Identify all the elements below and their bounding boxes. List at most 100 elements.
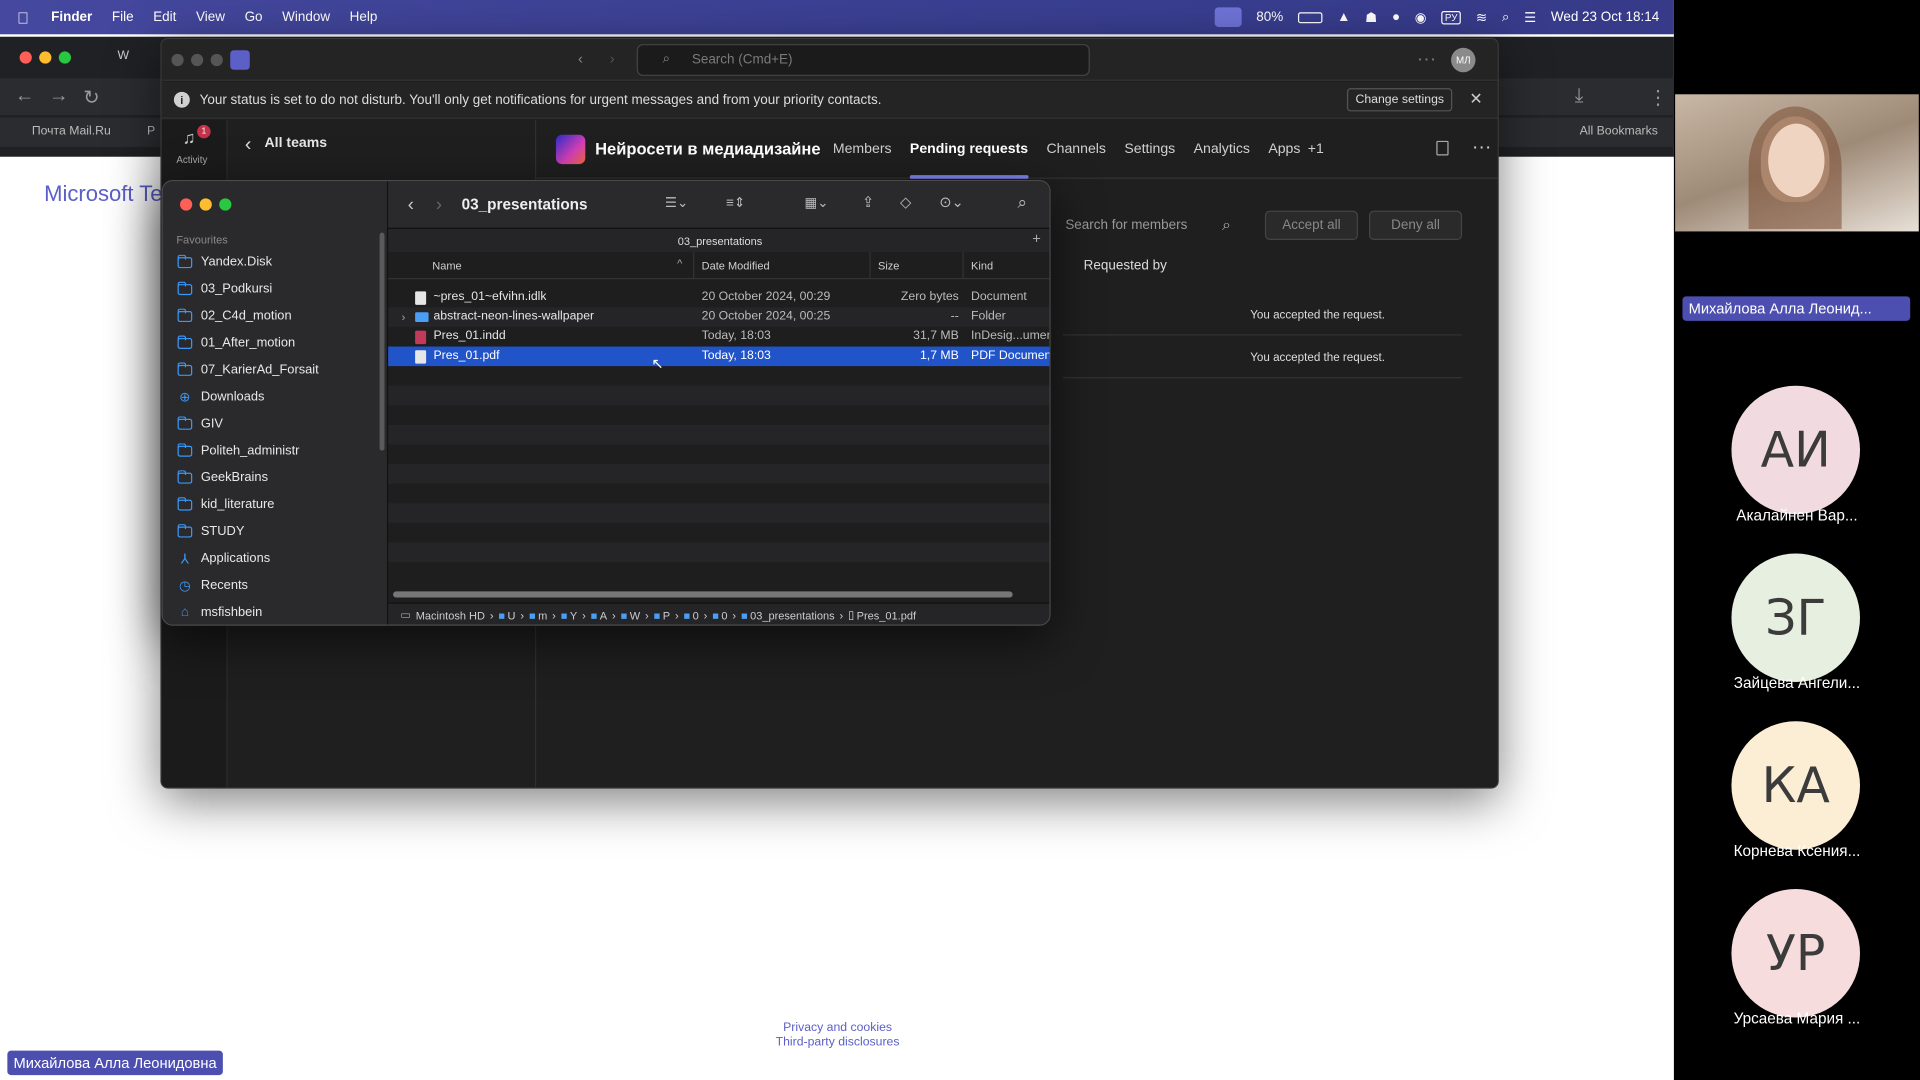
tab-settings[interactable]: Settings: [1124, 119, 1175, 178]
close-button[interactable]: [180, 198, 193, 211]
spotlight-icon[interactable]: ⌕: [1502, 9, 1510, 25]
sidebar-item-01-after-motion[interactable]: 01_After_motion: [176, 331, 295, 355]
sidebar-item-yandex-disk[interactable]: Yandex.Disk: [176, 250, 272, 274]
window-dot[interactable]: [210, 53, 223, 67]
avatar[interactable]: УР: [1731, 888, 1861, 1018]
sidebar-item-downloads[interactable]: ⊕ Downloads: [176, 384, 264, 408]
more-actions-icon[interactable]: ⊙⌄: [939, 193, 964, 210]
column-name[interactable]: Name: [425, 252, 461, 279]
change-settings-button[interactable]: Change settings: [1346, 88, 1453, 112]
path-item[interactable]: 0: [693, 609, 699, 621]
all-bookmarks[interactable]: All Bookmarks: [1580, 125, 1658, 138]
sidebar-item-politeh[interactable]: Politeh_administr: [176, 438, 299, 462]
sidebar-item-recents[interactable]: ◷ Recents: [176, 573, 248, 597]
disclosure-icon[interactable]: ›: [402, 307, 406, 327]
avatar[interactable]: АИ: [1731, 385, 1861, 515]
window-dot[interactable]: [171, 53, 184, 67]
path-item[interactable]: Y: [570, 609, 577, 621]
add-tab-icon[interactable]: +: [1032, 230, 1041, 247]
horizontal-scrollbar[interactable]: [393, 591, 1013, 598]
menu-app-name[interactable]: Finder: [51, 10, 92, 25]
path-item[interactable]: Macintosh HD: [416, 609, 485, 621]
tab-more[interactable]: +1: [1308, 119, 1324, 178]
screen-share-icon[interactable]: [1214, 7, 1242, 27]
tab-pending-requests[interactable]: Pending requests: [909, 119, 1028, 179]
control-center-icon[interactable]: ☰: [1524, 9, 1536, 25]
menu-help[interactable]: Help: [350, 10, 378, 25]
minimize-button[interactable]: [199, 198, 212, 211]
table-row[interactable]: › abstract-neon-lines-wallpaper 20 Octob…: [388, 307, 1050, 327]
sort-icon[interactable]: ≡⇕: [726, 195, 745, 211]
sidebar-item-kid-literature[interactable]: kid_literature: [176, 492, 274, 516]
forward-icon[interactable]: ›: [436, 194, 442, 215]
sidebar-item-02-c4d-motion[interactable]: 02_C4d_motion: [176, 304, 292, 328]
menu-dots-icon[interactable]: ⋮: [1648, 86, 1668, 110]
zoom-button[interactable]: [219, 198, 232, 211]
column-date[interactable]: Date Modified: [693, 252, 770, 280]
back-icon[interactable]: ←: [15, 86, 35, 108]
sidebar-item-giv[interactable]: GIV: [176, 411, 223, 435]
menu-edit[interactable]: Edit: [153, 10, 176, 25]
bell-icon[interactable]: ♫: [182, 127, 195, 147]
path-item[interactable]: U: [508, 609, 516, 621]
bookmark-mailru[interactable]: Почта Mail.Ru: [32, 125, 111, 138]
sidebar-item-msfishbein[interactable]: ⌂ msfishbein: [176, 600, 262, 624]
table-row-selected[interactable]: Pres_01.pdf Today, 18:03 1,7 MB PDF Docu…: [388, 346, 1050, 367]
column-kind[interactable]: Kind: [962, 252, 993, 280]
teams-search-input[interactable]: ⌕ Search (Cmd+E): [636, 44, 1090, 76]
minimize-icon[interactable]: [39, 51, 52, 64]
list-view-icon[interactable]: ☰⌄: [665, 195, 688, 211]
privacy-link[interactable]: Privacy and cookies: [686, 1021, 990, 1036]
activity-label[interactable]: Activity: [176, 154, 207, 165]
tag-icon[interactable]: ◇: [900, 193, 911, 210]
share-icon[interactable]: ⇪: [862, 193, 874, 210]
back-icon[interactable]: ‹: [578, 50, 583, 67]
avatar[interactable]: МЛ: [1451, 47, 1476, 73]
apple-icon[interactable]: : [17, 8, 29, 26]
member-search-input[interactable]: Search for members: [1065, 218, 1187, 233]
all-teams-link[interactable]: All teams: [264, 136, 327, 151]
close-icon[interactable]: [19, 51, 32, 64]
column-size[interactable]: Size: [869, 252, 899, 280]
grid-icon[interactable]: ▦⌄: [804, 195, 828, 211]
menu-view[interactable]: View: [196, 10, 225, 25]
accept-all-button[interactable]: Accept all: [1264, 210, 1358, 241]
tab-members[interactable]: Members: [833, 119, 892, 178]
menu-window[interactable]: Window: [282, 10, 330, 25]
deny-all-button[interactable]: Deny all: [1368, 210, 1463, 241]
path-item[interactable]: P: [663, 609, 670, 621]
wifi-icon[interactable]: ≋: [1476, 9, 1487, 25]
menu-go[interactable]: Go: [245, 10, 263, 25]
path-item[interactable]: 03_presentations: [750, 609, 835, 621]
people-icon[interactable]: ☗: [1365, 9, 1377, 25]
chevron-left-icon[interactable]: ‹: [245, 135, 252, 157]
tab-channels[interactable]: Channels: [1046, 119, 1106, 178]
avatar[interactable]: ЗГ: [1731, 553, 1861, 683]
path-item[interactable]: m: [538, 609, 547, 621]
battery-icon[interactable]: [1297, 11, 1323, 23]
play-icon[interactable]: ◉: [1415, 9, 1427, 25]
avatar[interactable]: КА: [1731, 721, 1861, 850]
table-row[interactable]: ~pres_01~efvihn.idlk 20 October 2024, 00…: [388, 288, 1049, 308]
tab-analytics[interactable]: Analytics: [1194, 119, 1250, 178]
path-item[interactable]: 0: [721, 609, 727, 621]
reload-icon[interactable]: ↻: [83, 86, 99, 110]
sidebar-item-07-karierad-forsait[interactable]: 07_KarierAd_Forsait: [176, 358, 319, 382]
sidebar-item-geekbrains[interactable]: GeekBrains: [176, 465, 268, 489]
path-item[interactable]: Pres_01.pdf: [857, 609, 916, 621]
more-icon[interactable]: ···: [1472, 137, 1492, 159]
bookmark-2[interactable]: Р: [147, 125, 155, 138]
back-icon[interactable]: ‹: [408, 194, 414, 215]
sidebar-scrollbar[interactable]: [379, 232, 385, 451]
close-icon[interactable]: ✕: [1469, 89, 1482, 109]
forward-icon[interactable]: →: [49, 86, 69, 108]
search-icon[interactable]: ⌕: [1018, 192, 1028, 213]
clipboard-icon[interactable]: [1436, 140, 1449, 156]
search-icon[interactable]: ⌕: [1222, 216, 1231, 236]
keyboard-icon[interactable]: РУ: [1441, 10, 1462, 24]
path-item[interactable]: W: [630, 609, 640, 621]
telegram-icon[interactable]: ●: [1392, 10, 1400, 25]
menu-file[interactable]: File: [112, 10, 134, 25]
browser-tab[interactable]: W: [118, 49, 130, 62]
sidebar-item-study[interactable]: STUDY: [176, 519, 244, 543]
